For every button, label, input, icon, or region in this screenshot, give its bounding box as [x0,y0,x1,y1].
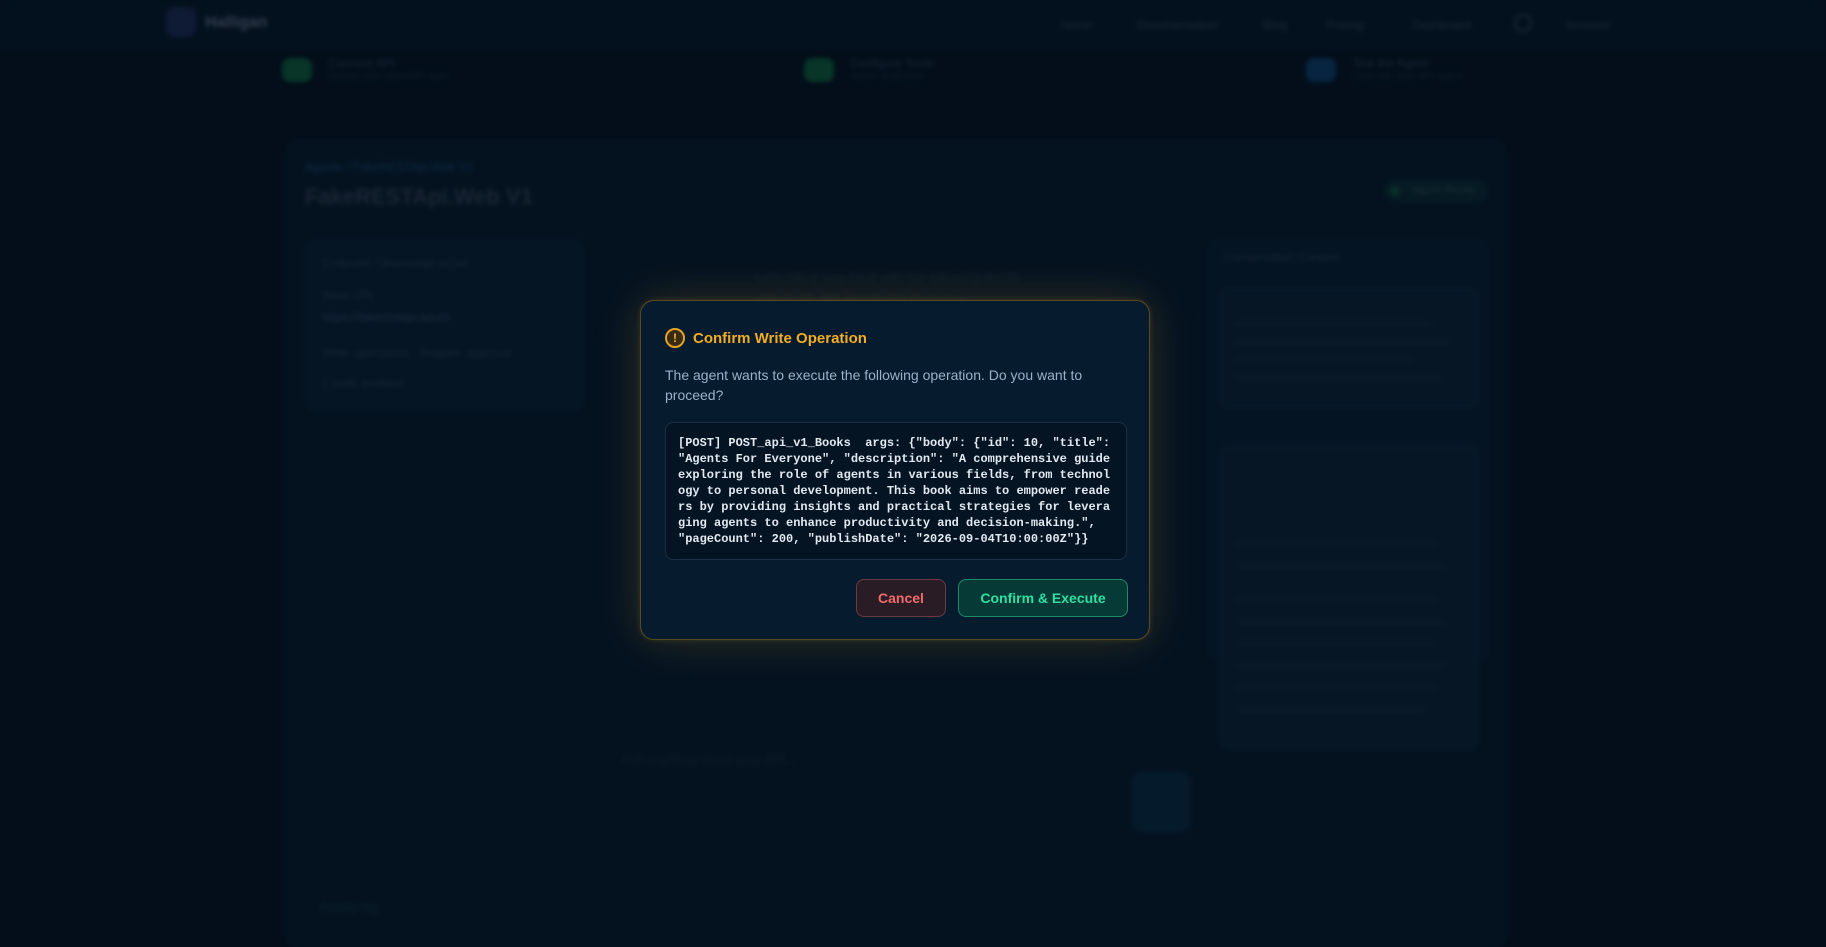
confirm-execute-button[interactable]: Confirm & Execute [958,579,1128,617]
confirm-write-dialog: ! Confirm Write Operation The agent want… [640,300,1150,640]
dialog-description: The agent wants to execute the following… [665,367,1083,403]
dialog-header: ! Confirm Write Operation [665,326,867,350]
cancel-button[interactable]: Cancel [856,579,946,617]
operation-code-block: [POST] POST_api_v1_Books args: {"body": … [665,422,1127,560]
app-page: Halligan Home Documentation Blog Pricing… [0,0,1826,947]
warning-icon: ! [665,328,685,348]
dialog-title: Confirm Write Operation [693,329,867,347]
